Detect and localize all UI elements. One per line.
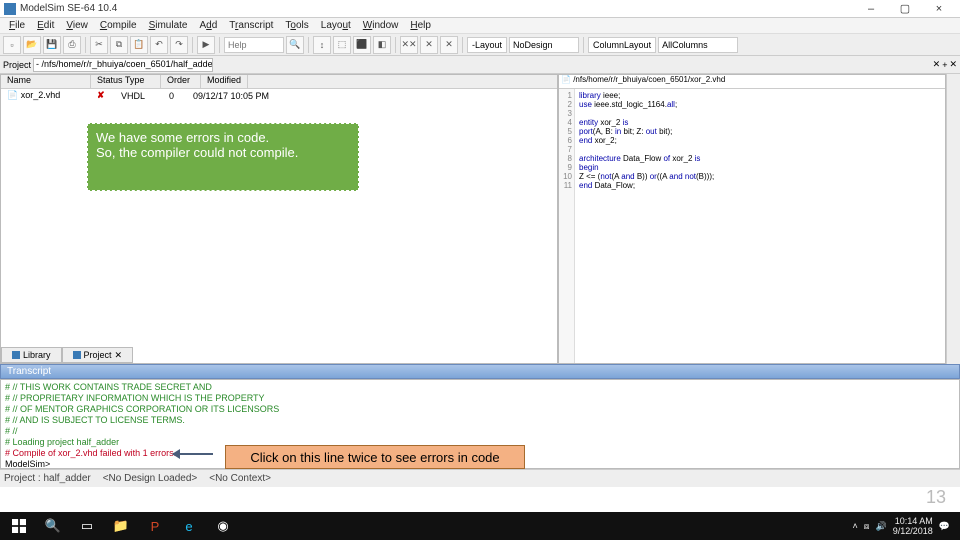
maximize-button[interactable]: ▢: [888, 0, 922, 18]
status-project: Project : half_adder: [4, 473, 91, 484]
file-modified: 09/12/17 10:05 PM: [193, 91, 269, 101]
system-tray: ˄ ⧈ 🔊 10:14 AM 9/12/2018 💬: [853, 516, 956, 536]
taskview-icon[interactable]: ▭: [72, 515, 102, 537]
layout-label: -Layout: [467, 37, 507, 53]
new-icon[interactable]: ▫: [3, 36, 21, 54]
menu-tools[interactable]: Tools: [280, 20, 313, 31]
toolbar: ▫ 📂 💾 ⎙ ✂ ⧉ 📋 ↶ ↷ ▶ 🔍 ↕ ⬚ ⬛ ◧ ✕✕ ✕ ✕ -La…: [0, 34, 960, 56]
transcript-title[interactable]: Transcript: [0, 364, 960, 379]
chrome-icon[interactable]: ◉: [208, 515, 238, 537]
tool-c-icon[interactable]: ⬛: [353, 36, 371, 54]
save-icon[interactable]: 💾: [43, 36, 61, 54]
xx2-icon[interactable]: ✕: [440, 36, 458, 54]
project-file-row[interactable]: 📄 xor_2.vhd ✘ VHDL 0 09/12/17 10:05 PM: [1, 89, 557, 102]
project-tabs: Library Project✕: [1, 347, 133, 363]
project-path-bar: Project - /nfs/home/r/r_bhuiya/coen_6501…: [0, 56, 960, 74]
arrow-icon: [173, 453, 213, 455]
project-icon: [73, 351, 81, 359]
project-path: - /nfs/home/r/r_bhuiya/coen_6501/half_ad…: [33, 58, 213, 72]
powerpoint-icon[interactable]: P: [140, 515, 170, 537]
help-field[interactable]: [224, 37, 284, 53]
minimize-button[interactable]: –: [854, 0, 888, 18]
close-button[interactable]: ×: [922, 0, 956, 18]
editor-scrollbar[interactable]: [946, 74, 960, 364]
code-area[interactable]: 1234567891011 library ieee; use ieee.std…: [559, 89, 945, 363]
volume-icon[interactable]: 🔊: [876, 521, 887, 532]
project-panel: Name Status Type Order Modified 📄 xor_2.…: [0, 74, 558, 364]
tool-a-icon[interactable]: ↕: [313, 36, 331, 54]
menu-edit[interactable]: Edit: [32, 20, 59, 31]
copy-icon[interactable]: ⧉: [110, 36, 128, 54]
tray-up-icon[interactable]: ˄: [853, 521, 858, 531]
tool-b-icon[interactable]: ⬚: [333, 36, 351, 54]
source-code[interactable]: library ieee; use ieee.std_logic_1164.al…: [575, 89, 718, 363]
paste-icon[interactable]: 📋: [130, 36, 148, 54]
statusbar: Project : half_adder <No Design Loaded> …: [0, 469, 960, 487]
window-title: ModelSim SE-64 10.4: [20, 3, 854, 14]
menu-help[interactable]: Help: [405, 20, 436, 31]
workspace: Name Status Type Order Modified 📄 xor_2.…: [0, 74, 960, 364]
compile-icon[interactable]: ▶: [197, 36, 215, 54]
menubar: File Edit View Compile Simulate Add Tran…: [0, 18, 960, 34]
menu-simulate[interactable]: Simulate: [144, 20, 193, 31]
search-icon[interactable]: 🔍: [38, 515, 68, 537]
folder-icon[interactable]: 📁: [106, 515, 136, 537]
callout-click-line: Click on this line twice to see errors i…: [225, 445, 525, 469]
print-icon[interactable]: ⎙: [63, 36, 81, 54]
undo-icon[interactable]: ↶: [150, 36, 168, 54]
status-context: <No Context>: [209, 473, 271, 484]
open-icon[interactable]: 📂: [23, 36, 41, 54]
col-order[interactable]: Order: [161, 75, 201, 88]
file-name: xor_2.vhd: [21, 90, 61, 100]
compile-error-line[interactable]: Compile of xor_2.vhd failed with 1 error…: [13, 448, 177, 458]
menu-add[interactable]: Add: [195, 20, 223, 31]
col-status[interactable]: Status Type: [91, 75, 161, 88]
editor-file-path: 📄 /nfs/home/r/r_bhuiya/coen_6501/xor_2.v…: [559, 75, 945, 89]
xx-icon[interactable]: ✕✕: [400, 36, 418, 54]
status-error-icon: ✘: [97, 90, 113, 101]
editor-panel: 📄 /nfs/home/r/r_bhuiya/coen_6501/xor_2.v…: [558, 74, 946, 364]
ie-icon[interactable]: e: [174, 515, 204, 537]
menu-view[interactable]: View: [61, 20, 93, 31]
library-icon: [12, 351, 20, 359]
redo-icon[interactable]: ↷: [170, 36, 188, 54]
tool-d-icon[interactable]: ◧: [373, 36, 391, 54]
notifications-icon[interactable]: 💬: [939, 521, 950, 532]
file-type: VHDL: [121, 91, 161, 101]
callout-errors: We have some errors in code. So, the com…: [87, 123, 359, 191]
columnlayout-label: ColumnLayout: [588, 37, 656, 53]
status-loaded: <No Design Loaded>: [103, 473, 198, 484]
taskbar: 🔍 ▭ 📁 P e ◉ ˄ ⧈ 🔊 10:14 AM 9/12/2018 💬: [0, 512, 960, 540]
project-header: Name Status Type Order Modified: [1, 75, 557, 89]
app-icon: [4, 3, 16, 15]
col-name[interactable]: Name: [1, 75, 91, 88]
line-gutter: 1234567891011: [559, 89, 575, 363]
slide-number: 13: [926, 487, 946, 508]
tab-project[interactable]: Project✕: [62, 347, 134, 363]
columnlayout-dropdown[interactable]: [658, 37, 738, 53]
menu-layout[interactable]: Layout: [316, 20, 356, 31]
help-go-icon[interactable]: 🔍: [286, 36, 304, 54]
tab-library[interactable]: Library: [1, 347, 62, 363]
menu-transcript[interactable]: Transcript: [224, 20, 278, 31]
titlebar: ModelSim SE-64 10.4 – ▢ ×: [0, 0, 960, 18]
x-icon[interactable]: ✕: [420, 36, 438, 54]
col-modified[interactable]: Modified: [201, 75, 248, 88]
menu-file[interactable]: File: [4, 20, 30, 31]
menu-window[interactable]: Window: [358, 20, 404, 31]
clock[interactable]: 10:14 AM 9/12/2018: [893, 516, 933, 536]
project-label: Project: [3, 60, 31, 70]
start-button[interactable]: [4, 515, 34, 537]
cut-icon[interactable]: ✂: [90, 36, 108, 54]
network-icon[interactable]: ⧈: [864, 521, 870, 532]
layout-dropdown[interactable]: [509, 37, 579, 53]
menu-compile[interactable]: Compile: [95, 20, 142, 31]
file-order: 0: [169, 91, 185, 101]
